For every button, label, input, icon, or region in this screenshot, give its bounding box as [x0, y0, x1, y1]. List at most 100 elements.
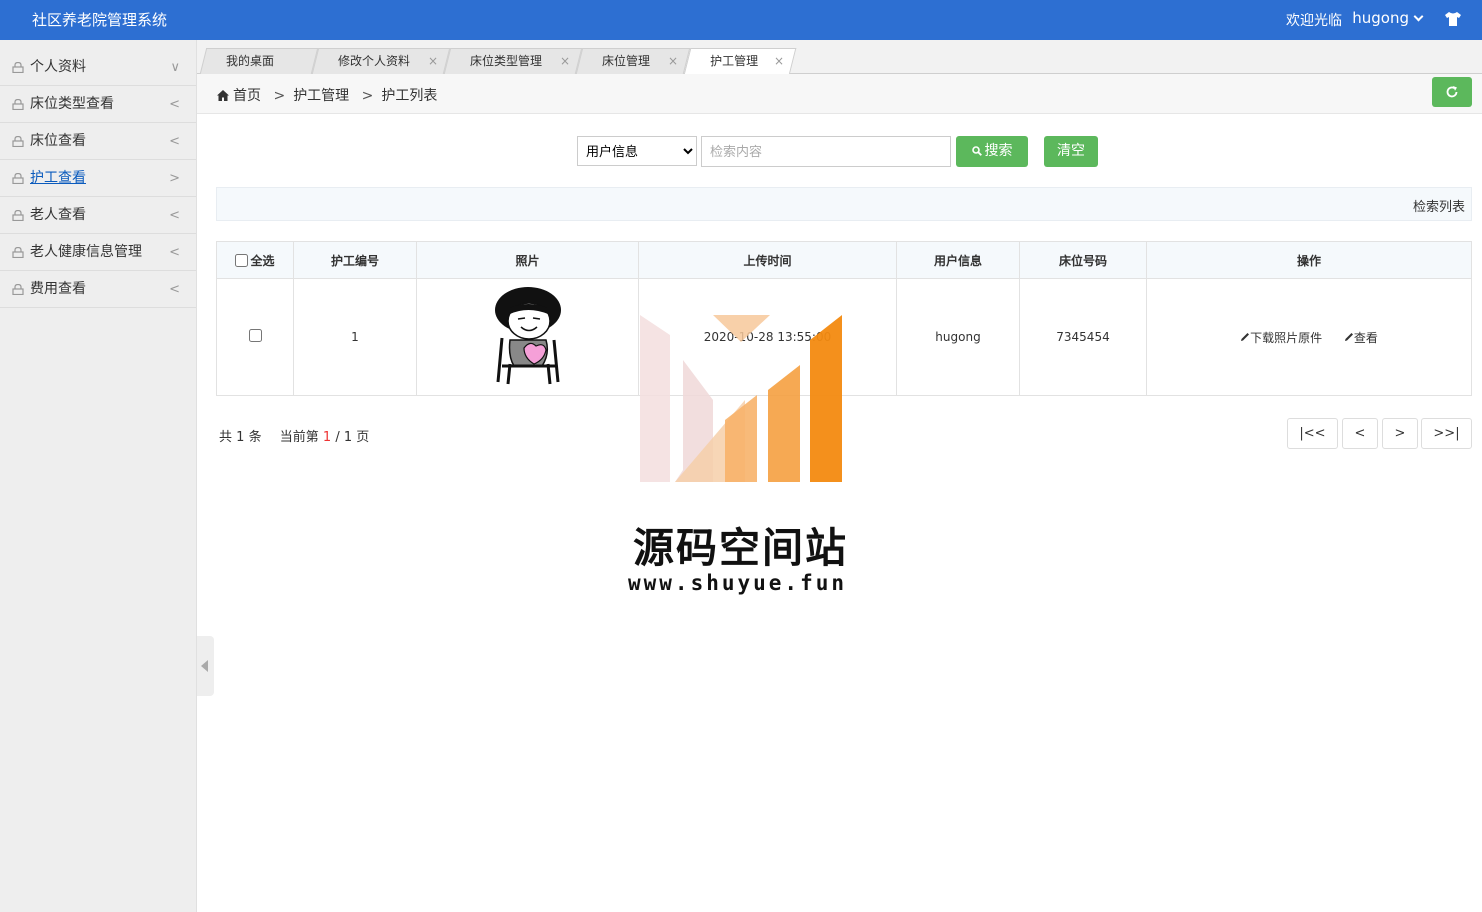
- user-menu[interactable]: hugong: [1352, 9, 1424, 27]
- home-icon: [217, 90, 229, 101]
- chevron-down-icon: ∨: [170, 60, 180, 75]
- header-photo: 照片: [416, 241, 639, 279]
- tab-bar: 我的桌面 修改个人资料 × 床位类型管理 × 床位管理 × 护工管理 ×: [197, 40, 1482, 75]
- tab-desktop[interactable]: 我的桌面: [199, 48, 319, 74]
- pager-page-count: 1: [343, 430, 353, 445]
- pager-pages-suffix: 页: [356, 430, 370, 445]
- header-upload-time: 上传时间: [638, 241, 897, 279]
- header-user: 用户信息: [896, 241, 1020, 279]
- tab-label: 床位管理: [602, 54, 651, 68]
- sidebar-item-bed[interactable]: 床位查看 <: [0, 123, 196, 160]
- caregiver-photo[interactable]: [488, 286, 568, 386]
- search-input[interactable]: [701, 136, 951, 167]
- theme-shirt-icon[interactable]: [1444, 11, 1462, 27]
- close-icon[interactable]: ×: [774, 49, 784, 73]
- first-page-button[interactable]: |<<: [1287, 418, 1338, 449]
- header-bed-no: 床位号码: [1019, 241, 1147, 279]
- breadcrumb-bar: 首页 > 护工管理 > 护工列表: [197, 74, 1482, 114]
- pencil-icon: [1241, 332, 1250, 341]
- tab-edit-profile[interactable]: 修改个人资料 ×: [311, 48, 451, 74]
- sidebar-item-profile[interactable]: 个人资料 ∨: [0, 49, 196, 86]
- lock-icon: [12, 284, 24, 295]
- row-checkbox[interactable]: [248, 329, 262, 342]
- view-link[interactable]: 查看: [1344, 331, 1378, 345]
- sidebar-item-label: 床位类型查看: [30, 96, 114, 112]
- search-icon: [971, 146, 982, 156]
- tab-label: 床位类型管理: [470, 54, 543, 68]
- header-select-all[interactable]: 全选: [216, 241, 294, 279]
- row-actions: 下载照片原件 查看: [1146, 278, 1472, 396]
- tab-caregiver-manage[interactable]: 护工管理 ×: [683, 48, 797, 75]
- pager-current-page: 1: [322, 430, 332, 445]
- next-page-button[interactable]: >: [1382, 418, 1418, 449]
- chevron-left-icon: <: [169, 134, 180, 149]
- pager-total: 1: [236, 430, 245, 445]
- list-title-bar: 检索列表: [216, 187, 1472, 221]
- breadcrumb-home[interactable]: 首页: [233, 88, 261, 104]
- welcome-text: 欢迎光临: [1286, 13, 1342, 29]
- chevron-down-icon: [1413, 11, 1424, 22]
- select-all-checkbox[interactable]: [235, 253, 249, 267]
- row-id: 1: [293, 278, 417, 396]
- chevron-left-icon: <: [169, 208, 180, 223]
- row-photo-cell: [416, 278, 639, 396]
- download-photo-link[interactable]: 下载照片原件: [1240, 331, 1322, 345]
- sidebar-collapse-handle[interactable]: [197, 636, 214, 696]
- refresh-icon: [1446, 86, 1458, 98]
- app-title: 社区养老院管理系统: [32, 11, 168, 29]
- close-icon[interactable]: ×: [668, 49, 678, 73]
- lock-icon: [12, 136, 24, 147]
- search-button[interactable]: 搜索: [956, 136, 1028, 167]
- breadcrumb-level2: 护工列表: [381, 88, 438, 104]
- sidebar-item-elder-health[interactable]: 老人健康信息管理 <: [0, 234, 196, 271]
- sidebar-item-fee[interactable]: 费用查看 <: [0, 271, 196, 308]
- username: hugong: [1352, 9, 1409, 27]
- lock-icon: [12, 247, 24, 258]
- tab-bed-manage[interactable]: 床位管理 ×: [575, 48, 691, 74]
- chevron-left-icon: <: [169, 282, 180, 297]
- lock-icon: [12, 173, 24, 184]
- sidebar-item-label: 床位查看: [30, 133, 86, 149]
- triangle-left-icon: [201, 660, 208, 672]
- last-page-button[interactable]: >>|: [1421, 418, 1472, 449]
- tab-bed-type-manage[interactable]: 床位类型管理 ×: [443, 48, 583, 74]
- pager-current-prefix: 当前第: [279, 430, 319, 445]
- breadcrumb: 首页 > 护工管理 > 护工列表: [217, 85, 437, 105]
- breadcrumb-level1[interactable]: 护工管理: [293, 88, 349, 104]
- watermark-title: 源码空间站: [633, 524, 848, 572]
- chevron-left-icon: <: [169, 97, 180, 112]
- pager-total-prefix: 共: [219, 430, 233, 445]
- sidebar-item-label: 护工查看: [30, 170, 86, 186]
- pencil-icon: [1344, 332, 1353, 341]
- header-actions: 操作: [1146, 241, 1472, 279]
- breadcrumb-separator: >: [361, 88, 374, 104]
- pager-info: 共 1 条 当前第 1 / 1 页: [219, 426, 369, 445]
- select-all-label: 全选: [250, 253, 275, 268]
- download-photo-label: 下载照片原件: [1250, 330, 1323, 345]
- watermark-url: www.shuyue.fun: [628, 571, 848, 595]
- search-button-label: 搜索: [984, 143, 1013, 159]
- lock-icon: [12, 62, 24, 73]
- chevron-left-icon: <: [169, 245, 180, 260]
- sidebar-item-label: 老人查看: [30, 207, 86, 223]
- clear-button[interactable]: 清空: [1044, 136, 1098, 167]
- sidebar-item-bed-type[interactable]: 床位类型查看 <: [0, 86, 196, 123]
- search-field-select[interactable]: 用户信息: [577, 136, 697, 166]
- row-bed-no: 7345454: [1019, 278, 1147, 396]
- tab-label: 修改个人资料: [338, 54, 411, 68]
- pager-total-suffix: 条: [248, 430, 262, 445]
- list-title: 检索列表: [1412, 200, 1465, 215]
- sidebar-item-label: 个人资料: [30, 59, 86, 75]
- sidebar-item-label: 费用查看: [30, 281, 86, 297]
- table-header-row: 全选 护工编号 照片 上传时间 用户信息 床位号码 操作: [216, 241, 1472, 279]
- sidebar-item-caregiver[interactable]: 护工查看 >: [0, 160, 196, 197]
- header-id: 护工编号: [293, 241, 417, 279]
- tab-label: 护工管理: [710, 54, 759, 68]
- lock-icon: [12, 99, 24, 110]
- refresh-button[interactable]: [1432, 77, 1472, 107]
- close-icon[interactable]: ×: [560, 49, 570, 73]
- sidebar-item-label: 老人健康信息管理: [30, 244, 142, 260]
- prev-page-button[interactable]: <: [1342, 418, 1378, 449]
- sidebar-item-elder[interactable]: 老人查看 <: [0, 197, 196, 234]
- close-icon[interactable]: ×: [428, 49, 438, 73]
